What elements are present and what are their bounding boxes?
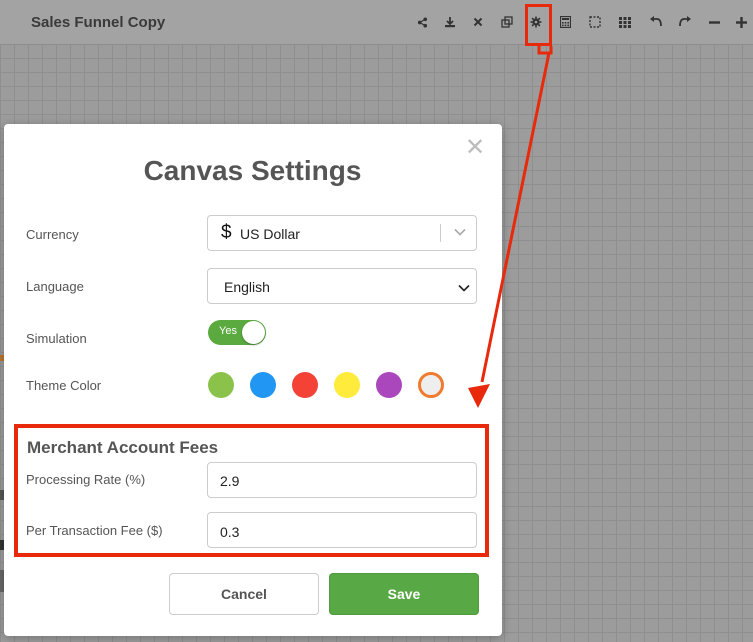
copy-icon[interactable]	[498, 13, 516, 31]
theme-color-swatch[interactable]	[292, 372, 318, 398]
currency-label: Currency	[26, 227, 79, 242]
download-icon[interactable]	[441, 13, 459, 31]
theme-color-label: Theme Color	[26, 378, 102, 393]
calculator-icon[interactable]	[556, 13, 574, 31]
per-transaction-fee-label: Per Transaction Fee ($)	[26, 523, 163, 538]
save-button[interactable]: Save	[329, 573, 479, 615]
theme-color-swatch[interactable]	[250, 372, 276, 398]
close-icon[interactable]	[469, 13, 487, 31]
toggle-text: Yes	[219, 325, 237, 337]
per-transaction-fee-value: 0.3	[220, 524, 240, 540]
theme-color-swatch[interactable]	[334, 372, 360, 398]
zoom-in-icon[interactable]	[732, 13, 750, 31]
zoom-out-icon[interactable]	[705, 13, 723, 31]
toggle-knob	[242, 321, 265, 344]
currency-value: US Dollar	[240, 226, 300, 242]
theme-color-swatch[interactable]	[208, 372, 234, 398]
redo-icon[interactable]	[676, 13, 694, 31]
theme-color-swatch[interactable]	[376, 372, 402, 398]
simulation-toggle[interactable]: Yes	[208, 320, 266, 345]
language-value: English	[224, 279, 270, 295]
per-transaction-fee-input[interactable]: 0.3	[207, 512, 477, 548]
chevron-down-icon	[454, 225, 466, 239]
select-divider	[440, 224, 441, 242]
share-icon[interactable]	[413, 13, 431, 31]
processing-rate-value: 2.9	[220, 473, 240, 489]
gear-highlight-annotation	[525, 4, 552, 46]
dollar-icon: $	[221, 222, 232, 243]
dialog-title: Canvas Settings	[143, 155, 362, 186]
theme-color-swatch[interactable]	[418, 372, 444, 398]
processing-rate-input[interactable]: 2.9	[207, 462, 477, 498]
grid-icon[interactable]	[616, 13, 634, 31]
currency-select[interactable]: $ US Dollar	[207, 215, 477, 251]
merchant-fees-title: Merchant Account Fees	[27, 438, 219, 457]
cancel-button[interactable]: Cancel	[169, 573, 319, 615]
chevron-down-icon	[458, 279, 470, 295]
processing-rate-label: Processing Rate (%)	[26, 472, 146, 487]
app-title: Sales Funnel Copy	[31, 14, 166, 31]
select-area-icon[interactable]	[586, 13, 604, 31]
simulation-label: Simulation	[26, 331, 87, 346]
undo-icon[interactable]	[646, 13, 664, 31]
language-select[interactable]: English	[207, 268, 477, 304]
language-label: Language	[26, 279, 84, 294]
top-toolbar: Sales Funnel Copy	[0, 0, 753, 45]
